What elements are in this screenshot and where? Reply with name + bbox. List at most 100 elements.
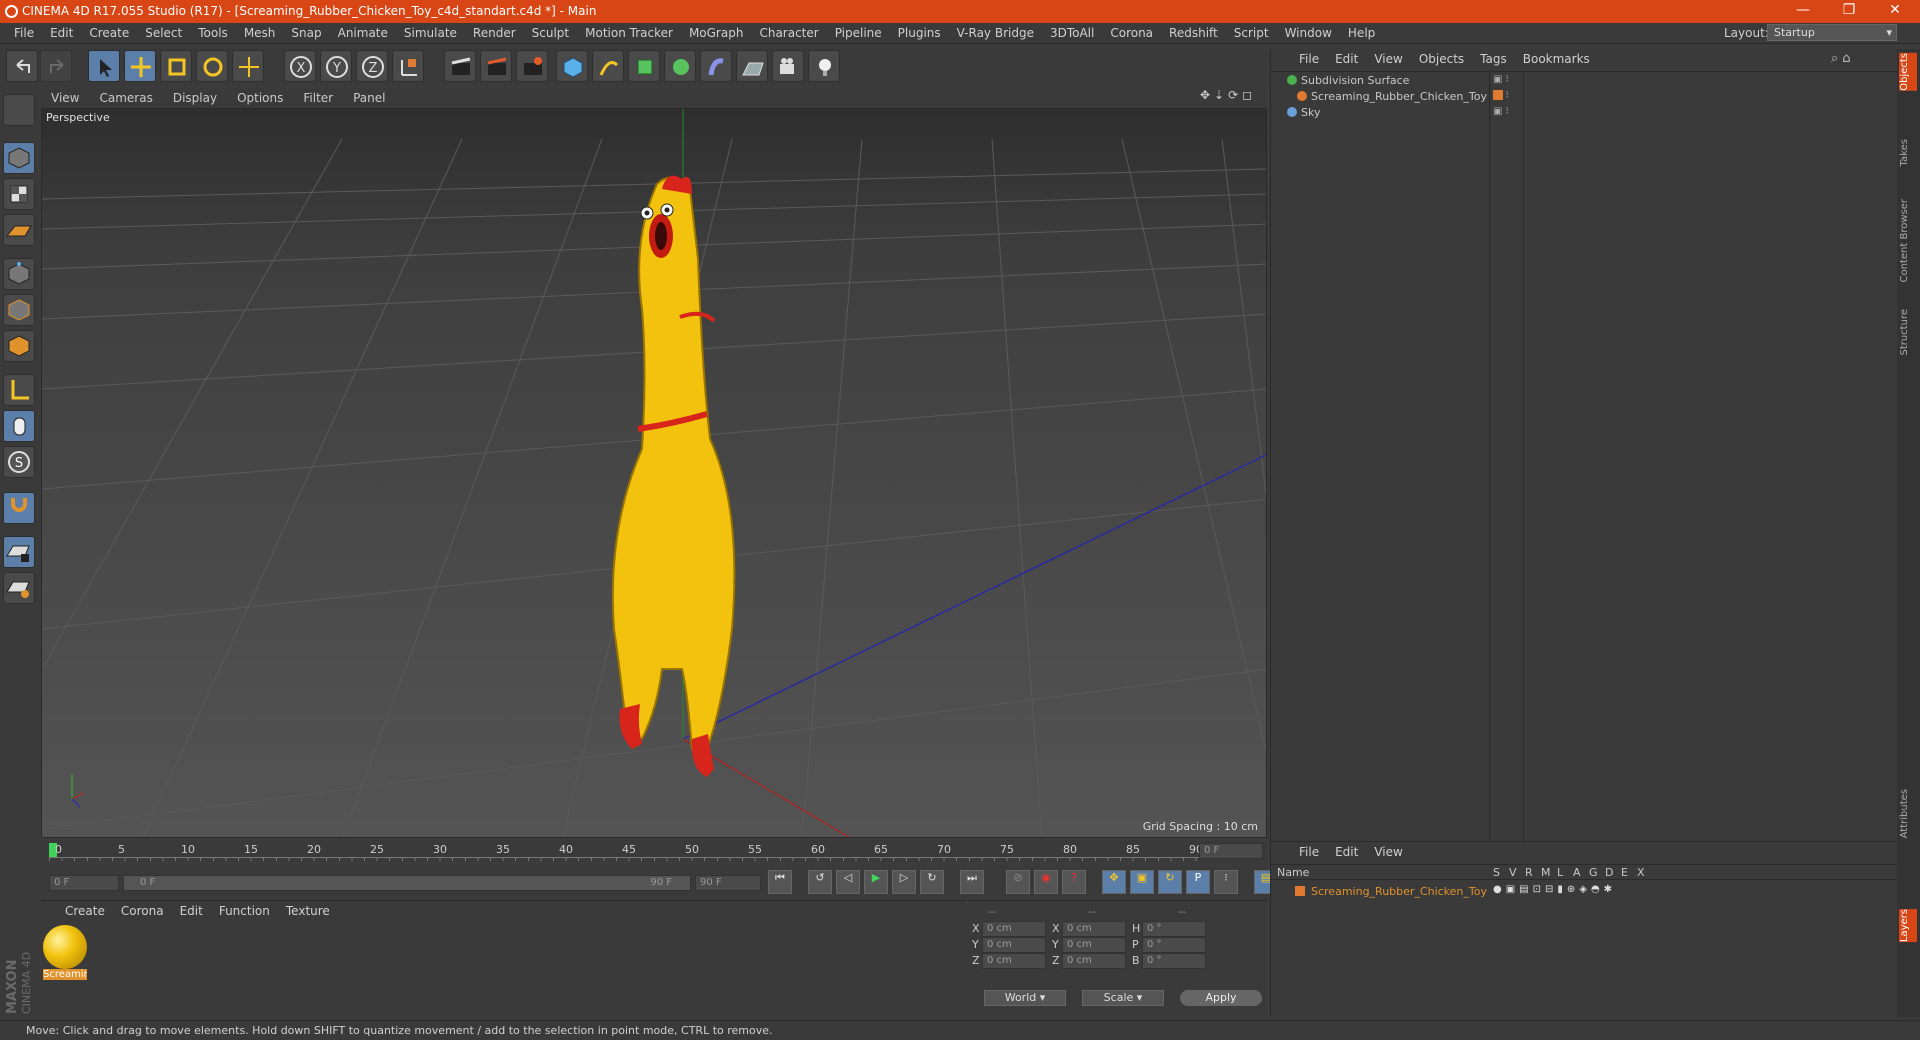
z-axis-lock-button[interactable]: Z	[356, 50, 388, 82]
menu-select[interactable]: Select	[137, 26, 190, 40]
key-position-button[interactable]: ✥	[1102, 870, 1126, 894]
coord-value-field[interactable]: 0 cm	[982, 953, 1046, 969]
tweak-mode-button[interactable]	[3, 410, 35, 442]
play-button[interactable]: ▶	[864, 870, 888, 894]
locked-workplane-button[interactable]	[3, 536, 35, 568]
go-to-end-button[interactable]: ⏭	[960, 870, 984, 894]
cube-object-button[interactable]	[556, 50, 588, 82]
object-visibility-toggle[interactable]: ▣ ⁝	[1493, 74, 1509, 85]
material-menu-function[interactable]: Function	[211, 904, 278, 918]
layout-dropdown[interactable]: Startup ▾	[1767, 24, 1897, 41]
object-visibility-toggle[interactable]: ▣ ⁝	[1493, 106, 1509, 117]
camera-object-button[interactable]	[772, 50, 804, 82]
rotate-tool-button[interactable]	[196, 50, 228, 82]
workplane-mode-button[interactable]	[3, 214, 35, 246]
object-menu-tags[interactable]: Tags	[1472, 52, 1515, 66]
material-menu-edit[interactable]: Edit	[172, 904, 211, 918]
object-menu-view[interactable]: View	[1366, 52, 1410, 66]
menu-3dtoall[interactable]: 3DToAll	[1042, 26, 1102, 40]
key-scale-button[interactable]: ▣	[1130, 870, 1154, 894]
menu-sculpt[interactable]: Sculpt	[524, 26, 577, 40]
coord-value-field[interactable]: 0 cm	[1062, 953, 1126, 969]
coord-value-field[interactable]: 0 cm	[1062, 937, 1126, 953]
undo-button[interactable]	[6, 50, 38, 82]
next-frame-button[interactable]: ▷	[892, 870, 916, 894]
live-selection-button[interactable]	[88, 50, 120, 82]
snap-button[interactable]: S	[3, 446, 35, 478]
material-menu-texture[interactable]: Texture	[278, 904, 338, 918]
menu-edit[interactable]: Edit	[42, 26, 81, 40]
restore-button[interactable]: ❐	[1826, 0, 1872, 23]
viewport-menu-filter[interactable]: Filter	[293, 88, 343, 108]
layer-menu-file[interactable]: File	[1291, 845, 1327, 859]
minimize-button[interactable]: —	[1780, 0, 1826, 23]
menu-plugins[interactable]: Plugins	[890, 26, 949, 40]
object-menu-file[interactable]: File	[1291, 52, 1327, 66]
object-menu-objects[interactable]: Objects	[1411, 52, 1472, 66]
axis-mode-button[interactable]	[3, 374, 35, 406]
menu-animate[interactable]: Animate	[330, 26, 396, 40]
menu-snap[interactable]: Snap	[283, 26, 329, 40]
coord-value-field[interactable]: 0 cm	[982, 921, 1046, 937]
viewport-nav-icons[interactable]: ✥⇣⟳◻	[1200, 88, 1264, 108]
pen-spline-button[interactable]	[592, 50, 624, 82]
layer-toggle-icons[interactable]: ●▣▤⊡⊟▮⊕◈◓✱	[1493, 884, 1616, 895]
scale-tool-button[interactable]	[160, 50, 192, 82]
record-keys-button[interactable]: ◉	[1034, 870, 1058, 894]
menu-tools[interactable]: Tools	[190, 26, 236, 40]
render-view-button[interactable]	[444, 50, 476, 82]
previous-frame-button[interactable]: ◁	[836, 870, 860, 894]
move-tool-button[interactable]	[124, 50, 156, 82]
mograph-cloner-button[interactable]	[664, 50, 696, 82]
polygons-mode-button[interactable]	[3, 330, 35, 362]
points-mode-button[interactable]	[3, 258, 35, 290]
tab-content-browser[interactable]: Content Browser	[1899, 199, 1917, 282]
render-settings-button[interactable]	[516, 50, 548, 82]
object-menu-edit[interactable]: Edit	[1327, 52, 1366, 66]
coord-value-field[interactable]: 0 cm	[1062, 921, 1126, 937]
close-button[interactable]: ✕	[1872, 0, 1918, 23]
coord-mode-dropdown[interactable]: World ▾	[984, 990, 1066, 1006]
enable-snap-button[interactable]	[3, 492, 35, 524]
y-axis-lock-button[interactable]: Y	[320, 50, 352, 82]
make-editable-button[interactable]	[3, 94, 35, 126]
deformer-button[interactable]	[700, 50, 732, 82]
viewport-perspective[interactable]: Perspective Grid Spacing : 10 cm	[41, 108, 1267, 838]
menu-script[interactable]: Script	[1226, 26, 1277, 40]
redo-button[interactable]	[40, 50, 72, 82]
key-rotation-button[interactable]: ↻	[1158, 870, 1182, 894]
texture-mode-button[interactable]	[3, 178, 35, 210]
coord-value-field[interactable]: 0 °	[1142, 953, 1206, 969]
object-manager-search-icons[interactable]: ⌕⌂	[1831, 51, 1855, 66]
floor-object-button[interactable]	[736, 50, 768, 82]
keyframe-selection-icon[interactable]: ⊘	[1006, 870, 1030, 894]
go-to-start-button[interactable]: ⏮	[768, 870, 792, 894]
menu-pipeline[interactable]: Pipeline	[827, 26, 890, 40]
viewport-menu-display[interactable]: Display	[163, 88, 227, 108]
tab-takes[interactable]: Takes	[1899, 139, 1917, 166]
material-tag-icon[interactable]	[1493, 90, 1503, 100]
next-key-button[interactable]: ↻	[920, 870, 944, 894]
x-axis-lock-button[interactable]: X	[284, 50, 316, 82]
autokeying-button[interactable]: ?	[1062, 870, 1086, 894]
key-pla-button[interactable]: ⁝	[1214, 870, 1238, 894]
tab-structure[interactable]: Structure	[1899, 309, 1917, 356]
menu-corona[interactable]: Corona	[1102, 26, 1161, 40]
menu-file[interactable]: File	[6, 26, 42, 40]
coord-value-field[interactable]: 0 °	[1142, 921, 1206, 937]
edges-mode-button[interactable]	[3, 294, 35, 326]
current-frame-field[interactable]: 0 F	[1199, 843, 1263, 859]
viewport-menu-view[interactable]: View	[41, 88, 89, 108]
material-menu-corona[interactable]: Corona	[113, 904, 172, 918]
previous-key-button[interactable]: ↺	[808, 870, 832, 894]
layer-menu-view[interactable]: View	[1366, 845, 1410, 859]
menu-simulate[interactable]: Simulate	[396, 26, 465, 40]
menu-mograph[interactable]: MoGraph	[681, 26, 752, 40]
menu-redshift[interactable]: Redshift	[1161, 26, 1226, 40]
model-mode-button[interactable]	[3, 142, 35, 174]
transform-tool-button[interactable]	[232, 50, 264, 82]
end-frame-field[interactable]: 90 F	[695, 875, 761, 891]
menu-help[interactable]: Help	[1340, 26, 1383, 40]
material-swatch[interactable]: Screamin	[43, 925, 87, 983]
menu-motion-tracker[interactable]: Motion Tracker	[577, 26, 681, 40]
